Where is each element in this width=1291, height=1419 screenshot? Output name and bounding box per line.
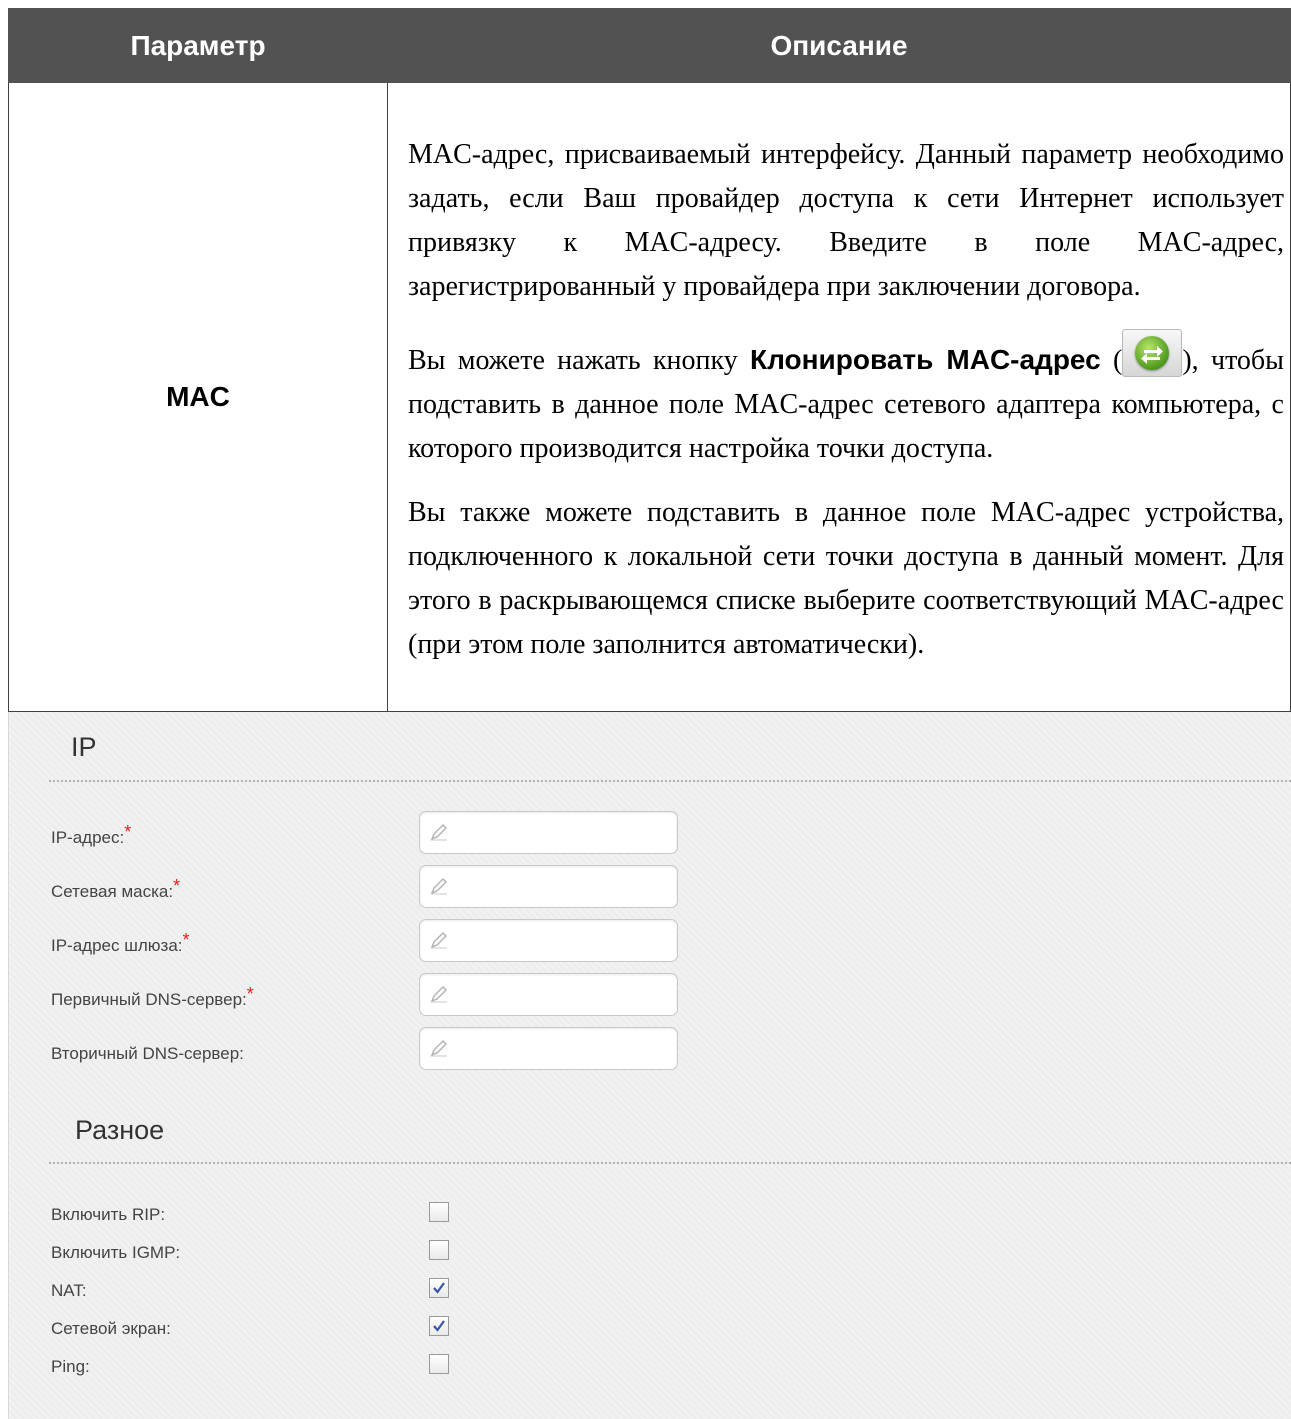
primary-dns-field[interactable] — [419, 973, 678, 1016]
pencil-icon — [430, 823, 448, 841]
label-ping: Ping: — [51, 1357, 90, 1376]
checkmark-icon — [433, 1282, 445, 1294]
settings-panel: IP IP-адрес:* Сетевая маска:* IP-адрес ш… — [8, 712, 1291, 1419]
desc-paragraph-3: Вы также можете подставить в данное поле… — [408, 496, 1284, 660]
header-parameter: Параметр — [8, 8, 388, 83]
section-divider-misc — [49, 1162, 1291, 1164]
section-title-ip: IP — [71, 732, 97, 762]
secondary-dns-field[interactable] — [419, 1027, 678, 1070]
enable-rip-checkbox[interactable] — [429, 1202, 449, 1222]
desc-paragraph-2: Вы можете нажать кнопку Клонировать MAC-… — [408, 328, 1284, 471]
ip-address-field[interactable] — [419, 811, 678, 854]
pencil-icon — [430, 1039, 448, 1057]
desc-p2-open: ( — [1100, 344, 1123, 376]
pencil-icon — [430, 877, 448, 895]
param-name-mac: MAC — [8, 82, 388, 712]
label-firewall: Сетевой экран: — [51, 1319, 171, 1338]
ping-checkbox[interactable] — [429, 1354, 449, 1374]
clone-mac-button-label: Клонировать MAC-адрес — [750, 343, 1101, 375]
secondary-dns-input[interactable] — [454, 1034, 668, 1064]
label-netmask: Сетевая маска:* — [51, 876, 181, 901]
netmask-field[interactable] — [419, 865, 678, 908]
clone-mac-icon — [1122, 328, 1183, 377]
primary-dns-input[interactable] — [454, 980, 668, 1010]
param-description: MAC-адрес, присваиваемый интерфейсу. Дан… — [387, 82, 1291, 712]
pencil-icon — [430, 985, 448, 1003]
parameter-table: Параметр Описание MAC MAC-адрес, присваи… — [8, 8, 1291, 712]
desc-p2-before: Вы можете нажать кнопку — [408, 344, 751, 376]
label-enable-rip: Включить RIP: — [51, 1205, 166, 1224]
label-enable-igmp: Включить IGMP: — [51, 1243, 181, 1262]
section-divider-ip — [49, 780, 1291, 782]
checkmark-icon — [433, 1320, 445, 1332]
firewall-checkbox[interactable] — [429, 1316, 449, 1336]
gateway-field[interactable] — [419, 919, 678, 962]
section-title-misc: Разное — [75, 1115, 165, 1145]
ip-address-input[interactable] — [454, 818, 668, 848]
label-ip-address: IP-адрес:* — [51, 822, 132, 847]
desc-paragraph-1: MAC-адрес, присваиваемый интерфейсу. Дан… — [408, 138, 1284, 302]
label-secondary-dns: Вторичный DNS-сервер: — [51, 1044, 244, 1063]
pencil-icon — [430, 931, 448, 949]
gateway-input[interactable] — [454, 926, 668, 956]
label-primary-dns: Первичный DNS-сервер:* — [51, 984, 254, 1009]
enable-igmp-checkbox[interactable] — [429, 1240, 449, 1260]
table-row: MAC MAC-адрес, присваиваемый интерфейсу.… — [8, 82, 1291, 712]
table-header-row: Параметр Описание — [8, 8, 1291, 83]
header-description: Описание — [387, 8, 1291, 83]
netmask-input[interactable] — [454, 872, 668, 902]
nat-checkbox[interactable] — [429, 1278, 449, 1298]
label-gateway: IP-адрес шлюза:* — [51, 930, 190, 955]
label-nat: NAT: — [51, 1281, 87, 1300]
